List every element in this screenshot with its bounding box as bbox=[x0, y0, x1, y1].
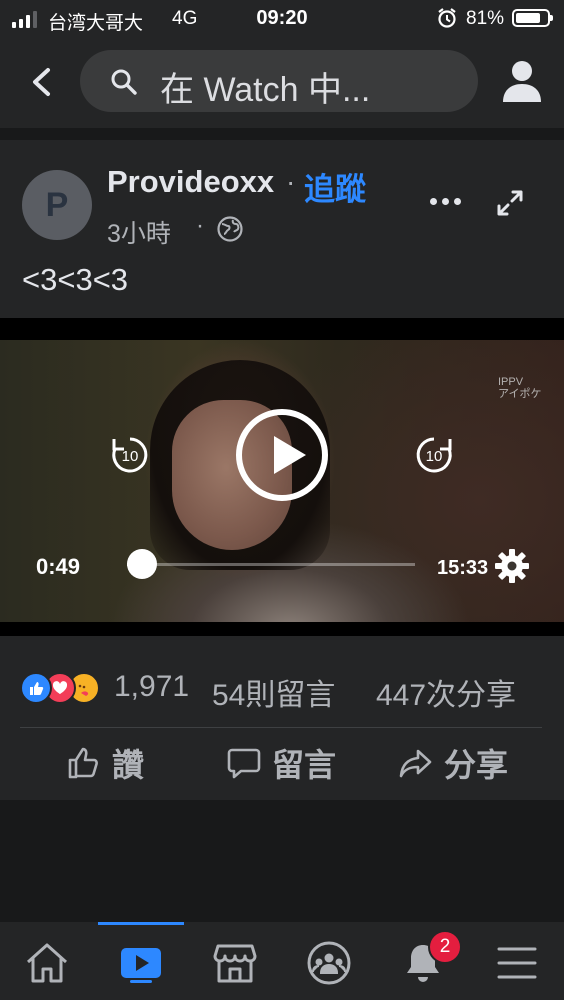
thumbs-up-icon bbox=[68, 747, 98, 779]
more-options-button[interactable] bbox=[430, 198, 461, 205]
hamburger-menu-icon bbox=[497, 947, 537, 979]
search-input[interactable]: 在 Watch 中... bbox=[80, 50, 478, 112]
alarm-icon bbox=[437, 7, 457, 35]
search-placeholder: 在 Watch 中... bbox=[160, 71, 371, 109]
globe-icon bbox=[216, 215, 244, 248]
total-duration: 15:33 bbox=[437, 557, 489, 579]
back-button[interactable] bbox=[26, 62, 60, 102]
comment-button[interactable]: 留言 bbox=[226, 738, 336, 788]
author-separator: · bbox=[286, 166, 296, 197]
comment-count[interactable]: 54則留言 bbox=[212, 670, 335, 714]
settings-button[interactable] bbox=[494, 548, 530, 589]
battery-icon bbox=[512, 9, 553, 27]
storefront-icon bbox=[213, 944, 257, 983]
person-icon bbox=[503, 61, 541, 102]
replay-10-icon: 10 bbox=[112, 437, 148, 473]
like-button[interactable]: 讚 bbox=[66, 738, 144, 788]
play-button[interactable] bbox=[236, 409, 328, 501]
battery-percent: 81% bbox=[466, 8, 505, 29]
video-post: P Provideoxx · 追蹤 3小時 · <3<3<3 IPPV アイポケ… bbox=[0, 140, 564, 800]
tab-marketplace[interactable] bbox=[188, 922, 282, 1000]
like-label: 讚 bbox=[112, 747, 145, 783]
video-player[interactable]: IPPV アイポケ 10 10 0:49 15:33 bbox=[0, 318, 564, 636]
video-watermark: IPPV アイポケ bbox=[498, 376, 542, 400]
expand-button[interactable] bbox=[495, 188, 525, 223]
progress-bar[interactable] bbox=[127, 549, 415, 579]
battery-fill bbox=[516, 13, 541, 23]
home-icon bbox=[26, 943, 68, 983]
skip-back-label: 10 bbox=[122, 448, 139, 465]
tab-groups[interactable] bbox=[282, 922, 376, 1000]
skip-forward-button[interactable]: 10 bbox=[414, 435, 454, 475]
gear-icon bbox=[495, 549, 529, 583]
skip-back-button[interactable]: 10 bbox=[110, 435, 150, 475]
like-reaction-icon bbox=[20, 672, 52, 704]
comment-icon bbox=[227, 748, 261, 779]
bottom-tab-bar bbox=[0, 922, 564, 1000]
meta-separator: · bbox=[196, 212, 204, 239]
follow-button[interactable]: 追蹤 bbox=[304, 164, 366, 209]
groups-icon bbox=[307, 941, 351, 985]
status-bar: 台湾大哥大 4G 09:20 81% bbox=[0, 0, 564, 40]
tab-menu[interactable] bbox=[470, 922, 564, 1000]
play-icon bbox=[274, 436, 306, 474]
share-button[interactable]: 分享 bbox=[398, 738, 508, 788]
author-name[interactable]: Provideoxx bbox=[107, 164, 274, 200]
forward-10-icon: 10 bbox=[416, 437, 452, 473]
reaction-count: 1,971 bbox=[114, 670, 190, 703]
author-avatar[interactable]: P bbox=[22, 170, 92, 240]
current-time: 0:49 bbox=[36, 554, 81, 579]
share-icon bbox=[399, 749, 432, 778]
tab-watch[interactable] bbox=[94, 922, 188, 1000]
skip-forward-label: 10 bbox=[426, 448, 443, 465]
chevron-left-icon bbox=[33, 68, 50, 96]
comment-label: 留言 bbox=[272, 747, 337, 783]
video-play-icon bbox=[121, 948, 161, 983]
search-icon bbox=[110, 68, 138, 101]
tab-home[interactable] bbox=[0, 922, 94, 1000]
share-label: 分享 bbox=[444, 747, 509, 783]
post-timestamp[interactable]: 3小時 bbox=[107, 214, 171, 250]
divider bbox=[20, 727, 542, 728]
profile-button[interactable] bbox=[500, 58, 544, 106]
share-count[interactable]: 447次分享 bbox=[376, 670, 516, 714]
notification-badge: 2 bbox=[428, 930, 462, 964]
progress-scrubber[interactable] bbox=[127, 549, 158, 579]
expand-icon bbox=[497, 190, 523, 216]
post-caption: <3<3<3 bbox=[22, 262, 129, 297]
watch-header: 在 Watch 中... bbox=[0, 40, 564, 128]
